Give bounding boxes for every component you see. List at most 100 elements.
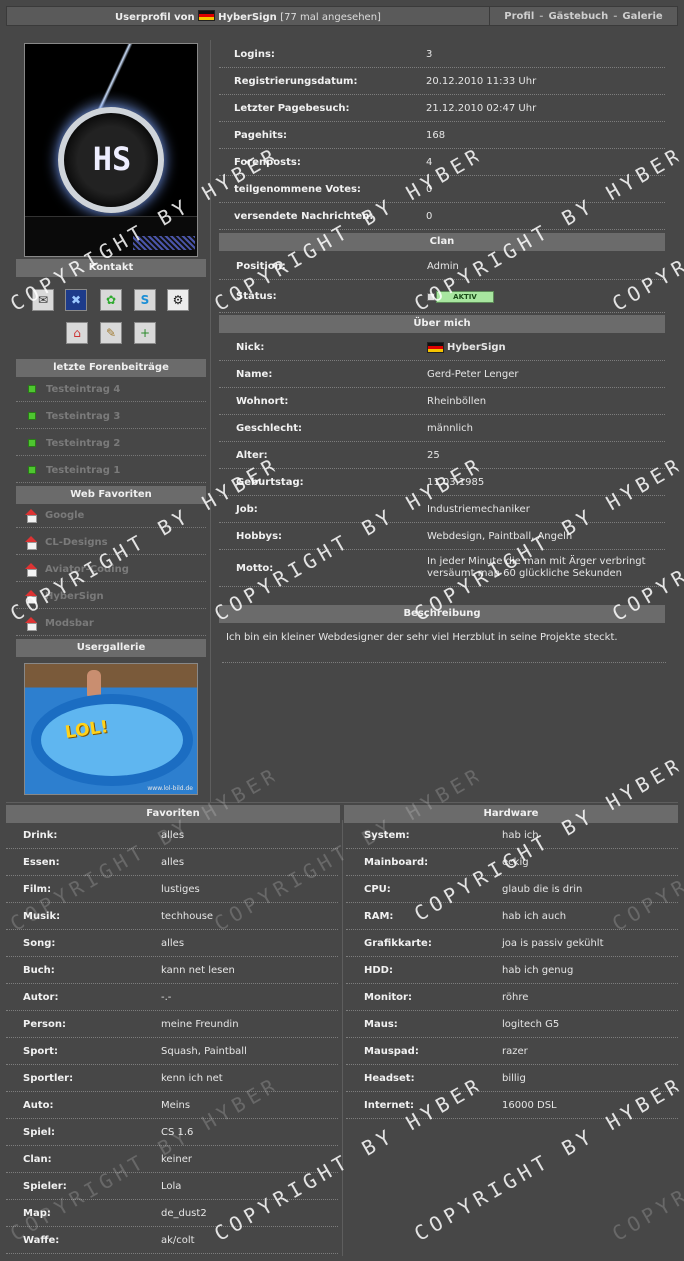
favoriten-row: Sportler: kenn ich net [6,1065,338,1092]
hardware-row: System: hab ich [346,822,678,849]
web-favs-heading: Web Favoriten [16,486,206,504]
forum-post-title: Testeintrag 4 [46,383,121,395]
favoriten-row-label: Clan: [23,1153,52,1165]
hardware-row-value: 16000 DSL [502,1099,557,1111]
hardware-row-label: Monitor: [364,991,412,1003]
nav-profil-link[interactable]: Profil [504,11,534,22]
stat-row: Registrierungsdatum: 20.12.2010 11:33 Uhr [219,68,665,95]
favoriten-row-label: Person: [23,1018,66,1030]
clan-status-row: Status: AKTIV [219,281,665,313]
web-fav-link[interactable]: Aviator-Coding [16,557,206,582]
favoriten-row-label: Spiel: [23,1126,55,1138]
about-row-value: 25 [427,449,440,461]
favoriten-row-label: Essen: [23,856,60,868]
favoriten-heading: Favoriten [6,805,340,823]
gallery-thumbnail[interactable]: LOL! www.lol-bild.de [24,663,198,795]
nav-gaestebuch-link[interactable]: Gästebuch [548,11,608,22]
forum-post-item[interactable]: Testeintrag 3 [16,404,206,429]
home-icon [24,590,38,604]
favoriten-row-value: Meins [161,1099,191,1111]
about-row: Name: Gerd-Peter Lenger [219,361,665,388]
bullet-icon [28,412,36,420]
hardware-row: CPU: glaub die is drin [346,876,678,903]
home-icon [24,536,38,550]
hs-logo: HS [92,140,132,178]
about-heading: Über mich [219,315,665,333]
about-row: Hobbys: Webdesign, Paintball, Angeln [219,523,665,550]
favoriten-row-value: -.- [161,991,172,1003]
about-row: Geschlecht: männlich [219,415,665,442]
add-buddy-icon[interactable]: + [134,322,156,344]
favoriten-row: Film: lustiges [6,876,338,903]
hardware-row-value: glaub die is drin [502,883,583,895]
hardware-row: RAM: hab ich auch [346,903,678,930]
hardware-heading: Hardware [344,805,678,823]
favoriten-row-value: alles [161,937,185,949]
xfire-icon[interactable]: ✖ [65,289,87,311]
about-row-value: 11.03.1985 [427,476,485,488]
user-avatar: HS [24,43,198,257]
hardware-row: Maus: logitech G5 [346,1011,678,1038]
plug-icon [427,292,435,301]
favoriten-row: Auto: Meins [6,1092,338,1119]
favoriten-row-label: Autor: [23,991,59,1003]
favoriten-row: Musik: techhouse [6,903,338,930]
hardware-row-value: logitech G5 [502,1018,560,1030]
favoriten-row: Clan: keiner [6,1146,338,1173]
web-fav-link[interactable]: Google [16,503,206,528]
nav-galerie-link[interactable]: Galerie [622,11,662,22]
hardware-row-label: Mauspad: [364,1045,419,1057]
about-row-value: Industriemechaniker [427,503,530,515]
about-row: Alter: 25 [219,442,665,469]
favoriten-row-label: Sportler: [23,1072,74,1084]
favoriten-row-label: Sport: [23,1045,58,1057]
contact-heading: Kontakt [16,259,206,277]
favoriten-row: Autor: -.- [6,984,338,1011]
web-fav-link[interactable]: Modsbar [16,611,206,636]
favoriten-row-value: Lola [161,1180,182,1192]
mail-icon[interactable]: ✉ [32,289,54,311]
hardware-row-label: System: [364,829,410,841]
description-heading: Beschreibung [219,605,665,623]
favoriten-row: Waffe: ak/colt [6,1227,338,1254]
stat-row-value: 0 [426,183,433,195]
favoriten-row: Sport: Squash, Paintball [6,1038,338,1065]
german-flag-icon [427,341,444,353]
stat-row-label: Forenposts: [234,156,301,168]
favoriten-row: Song: alles [6,930,338,957]
home-icon [24,563,38,577]
hardware-row-label: RAM: [364,910,394,922]
skype-icon[interactable]: S [134,289,156,311]
stat-row-label: versendete Nachrichten: [234,210,374,222]
forum-post-item[interactable]: Testeintrag 2 [16,431,206,456]
hardware-row-value: hab ich auch [502,910,567,922]
web-fav-link[interactable]: CL-Designs [16,530,206,555]
hardware-row-value: röhre [502,991,529,1003]
forum-post-item[interactable]: Testeintrag 1 [16,458,206,483]
about-row-label: Name: [236,368,273,380]
clan-position-value: Admin [427,260,459,272]
guestbook-icon[interactable]: ✎ [100,322,122,344]
profile-title: Userprofil von HyberSign [77 mal angeseh… [7,9,489,23]
hardware-row-value: hab ich [502,829,539,841]
homepage-icon[interactable]: ⌂ [66,322,88,344]
about-row-label: Alter: [236,449,268,461]
about-row-label: Wohnort: [236,395,289,407]
favoriten-row-label: Film: [23,883,52,895]
about-row-value: männlich [427,422,473,434]
stat-row: Letzter Pagebesuch: 21.12.2010 02:47 Uhr [219,95,665,122]
icq-icon[interactable]: ✿ [100,289,122,311]
about-row-value: HyberSign [447,341,506,353]
about-row-label: Motto: [236,562,274,574]
steam-icon[interactable]: ⚙ [167,289,189,311]
bottom-column-divider [342,820,343,1256]
stat-row-label: Registrierungsdatum: [234,75,358,87]
favoriten-row: Spieler: Lola [6,1173,338,1200]
web-fav-link[interactable]: HyberSign [16,584,206,609]
stat-row: Logins: 3 [219,41,665,68]
home-icon [24,617,38,631]
forum-post-item[interactable]: Testeintrag 4 [16,377,206,402]
hardware-row-value: joa is passiv gekühlt [502,937,604,949]
web-fav-label: Google [45,509,85,521]
gallery-heading: Usergallerie [16,639,206,657]
